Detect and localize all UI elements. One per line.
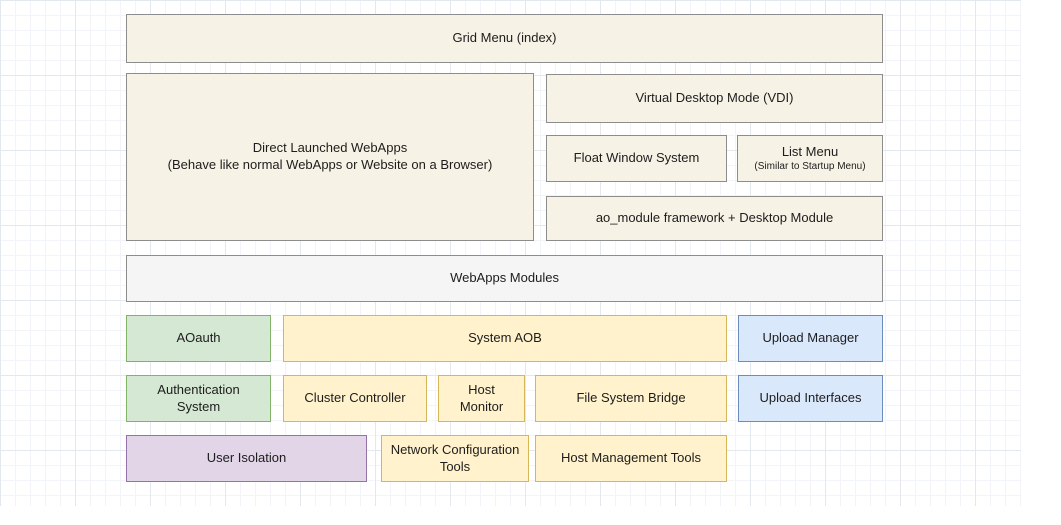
shape-label: Authentication System (135, 382, 262, 416)
shape-float-window-system[interactable]: Float Window System (546, 135, 727, 182)
shape-label: Direct Launched WebApps (253, 140, 407, 157)
shape-label: Upload Interfaces (760, 390, 862, 407)
shape-label: Host Management Tools (561, 450, 701, 467)
shape-sublabel: (Similar to Startup Menu) (754, 160, 865, 173)
shape-network-configuration-tools[interactable]: Network Configuration Tools (381, 435, 529, 482)
shape-label: User Isolation (207, 450, 286, 467)
shape-user-isolation[interactable]: User Isolation (126, 435, 367, 482)
shape-aoauth[interactable]: AOauth (126, 315, 271, 362)
shape-label: Float Window System (574, 150, 700, 167)
shape-label: Cluster Controller (304, 390, 405, 407)
shape-label: Upload Manager (762, 330, 858, 347)
shape-authentication-system[interactable]: Authentication System (126, 375, 271, 422)
diagram-canvas: Grid Menu (index) Direct Launched WebApp… (0, 0, 1061, 525)
shape-file-system-bridge[interactable]: File System Bridge (535, 375, 727, 422)
shape-label: List Menu (782, 144, 838, 161)
shape-grid-menu[interactable]: Grid Menu (index) (126, 14, 883, 63)
shape-label: Virtual Desktop Mode (VDI) (636, 90, 794, 107)
shape-label: File System Bridge (576, 390, 685, 407)
shape-label: Network Configuration Tools (390, 442, 520, 476)
shape-upload-manager[interactable]: Upload Manager (738, 315, 883, 362)
shape-label: WebApps Modules (450, 270, 559, 287)
shape-host-management-tools[interactable]: Host Management Tools (535, 435, 727, 482)
shape-host-monitor[interactable]: Host Monitor (438, 375, 525, 422)
shape-cluster-controller[interactable]: Cluster Controller (283, 375, 427, 422)
shape-label: Host Monitor (447, 382, 516, 416)
shape-virtual-desktop-mode[interactable]: Virtual Desktop Mode (VDI) (546, 74, 883, 123)
shape-label-secondary: (Behave like normal WebApps or Website o… (168, 157, 493, 174)
shape-upload-interfaces[interactable]: Upload Interfaces (738, 375, 883, 422)
shape-webapps-modules[interactable]: WebApps Modules (126, 255, 883, 302)
shape-ao-module-framework[interactable]: ao_module framework + Desktop Module (546, 196, 883, 241)
shape-system-aob[interactable]: System AOB (283, 315, 727, 362)
shape-direct-launched-webapps[interactable]: Direct Launched WebApps (Behave like nor… (126, 73, 534, 241)
shape-label: ao_module framework + Desktop Module (596, 210, 833, 227)
shape-label: System AOB (468, 330, 542, 347)
shape-label: Grid Menu (index) (452, 30, 556, 47)
shape-label: AOauth (176, 330, 220, 347)
shape-list-menu[interactable]: List Menu (Similar to Startup Menu) (737, 135, 883, 182)
